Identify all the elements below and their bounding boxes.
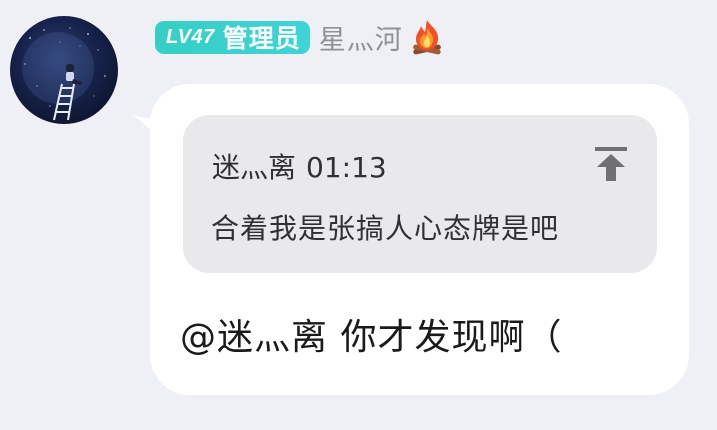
- sender-header: LV47 管理员 星灬河: [155, 18, 445, 56]
- level-label: LV47: [166, 25, 215, 48]
- sender-nickname[interactable]: 星灬河: [319, 18, 403, 57]
- quoted-time: 01:13: [306, 151, 387, 184]
- sender-avatar[interactable]: [10, 16, 118, 124]
- avatar-moon-illustration: [22, 27, 106, 121]
- message-text: @迷灬离 你才发现啊（: [180, 317, 563, 358]
- quoted-message-text: 合着我是张搞人心态牌是吧: [211, 212, 560, 245]
- fire-icon: [409, 18, 445, 56]
- quoted-message-card[interactable]: [183, 115, 657, 273]
- member-level-badge[interactable]: LV47 管理员: [155, 20, 310, 54]
- quoted-message-header: 迷灬离 01:13: [212, 146, 387, 186]
- quoted-author: 迷灬离: [212, 151, 297, 184]
- jump-to-top-arrow-icon[interactable]: [593, 145, 629, 183]
- role-label: 管理员: [222, 24, 301, 53]
